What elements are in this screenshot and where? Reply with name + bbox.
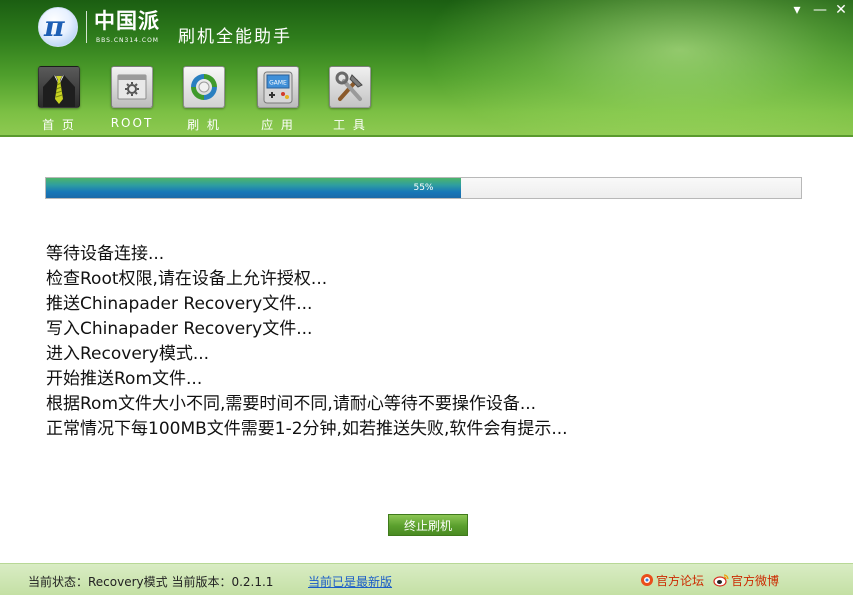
log-line: 进入Recovery模式... xyxy=(46,344,210,364)
forum-icon xyxy=(640,573,654,590)
nav-flash-label: 刷 机 xyxy=(187,118,221,132)
weibo-link[interactable]: 官方微博 xyxy=(713,572,779,590)
close-button[interactable]: ✕ xyxy=(831,2,851,18)
header-bar: π 中国派 BBS.CN314.COM 刷机全能助手 ▾ — ✕ 首 页 ROO… xyxy=(0,0,853,137)
chevron-down-icon: ▾ xyxy=(793,2,801,18)
nav-home[interactable]: 首 页 xyxy=(29,66,89,134)
close-icon: ✕ xyxy=(835,2,847,18)
game-screen-text: GAME xyxy=(269,80,287,87)
status-bar: 当前状态：Recovery模式 当前版本：0.2.1.1 当前已是最新版 官方论… xyxy=(0,563,853,595)
log-line: 开始推送Rom文件... xyxy=(46,369,203,389)
app-window: π 中国派 BBS.CN314.COM 刷机全能助手 ▾ — ✕ 首 页 ROO… xyxy=(0,0,853,595)
tools-icon xyxy=(329,66,371,108)
log-line: 根据Rom文件大小不同,需要时间不同,请耐心等待不要操作设备... xyxy=(46,394,537,414)
progress-percent: 55% xyxy=(413,183,434,193)
log-line: 检查Root权限,请在设备上允许授权... xyxy=(46,269,328,289)
game-apps-icon: GAME xyxy=(257,66,299,108)
log-line: 等待设备连接... xyxy=(46,244,165,264)
menu-dropdown-button[interactable]: ▾ xyxy=(787,2,807,18)
log-line: 正常情况下每100MB文件需要1-2分钟,如若推送失败,软件会有提示... xyxy=(46,419,568,439)
nav-root-label: ROOT xyxy=(110,116,154,130)
root-gear-icon xyxy=(111,66,153,108)
nav-flash[interactable]: 刷 机 xyxy=(174,66,234,134)
header-divider xyxy=(0,135,853,137)
app-title: 刷机全能助手 xyxy=(178,27,292,47)
header-glow xyxy=(420,0,853,137)
minimize-button[interactable]: — xyxy=(810,2,830,18)
update-status-link[interactable]: 当前已是最新版 xyxy=(308,573,392,590)
brand-url: BBS.CN314.COM xyxy=(96,37,159,44)
log-line: 写入Chinapader Recovery文件... xyxy=(46,319,313,339)
nav-root[interactable]: ROOT xyxy=(102,66,162,134)
nav-tools[interactable]: 工 具 xyxy=(320,66,380,134)
suit-tie-icon xyxy=(38,66,80,108)
weibo-icon xyxy=(713,573,729,590)
refresh-flash-icon xyxy=(183,66,225,108)
nav-apps[interactable]: GAME 应 用 xyxy=(248,66,308,134)
nav-apps-label: 应 用 xyxy=(261,118,295,132)
stop-flash-button[interactable]: 终止刷机 xyxy=(388,514,468,536)
logo-mark: π xyxy=(44,10,64,43)
forum-link-label: 官方论坛 xyxy=(656,574,705,588)
forum-link[interactable]: 官方论坛 xyxy=(640,572,704,590)
minimize-icon: — xyxy=(813,2,827,18)
nav-tools-label: 工 具 xyxy=(333,118,367,132)
logo-divider xyxy=(86,11,87,43)
progress-bar: 55% xyxy=(45,177,802,199)
nav-home-label: 首 页 xyxy=(42,118,76,132)
brand-name: 中国派 xyxy=(94,9,160,33)
log-list: 等待设备连接... 检查Root权限,请在设备上允许授权... 推送Chinap… xyxy=(46,242,568,442)
weibo-link-label: 官方微博 xyxy=(731,574,780,588)
status-text: 当前状态：Recovery模式 当前版本：0.2.1.1 xyxy=(28,575,274,589)
log-line: 推送Chinapader Recovery文件... xyxy=(46,294,313,314)
logo: π 中国派 BBS.CN314.COM xyxy=(38,7,168,47)
logo-badge-icon: π xyxy=(38,7,78,47)
